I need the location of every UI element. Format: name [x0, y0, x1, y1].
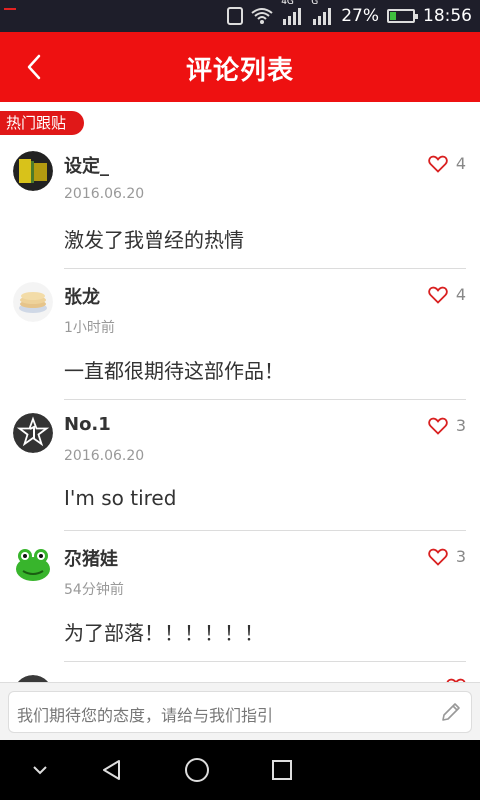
like-button[interactable]: 3 — [428, 547, 466, 566]
heart-icon — [428, 286, 448, 304]
comment-text: I'm so tired — [64, 486, 177, 510]
user-name[interactable]: No.1 — [64, 414, 111, 435]
app-header: 评论列表 — [0, 32, 480, 102]
comment-text: 激发了我曾经的热情 — [64, 228, 244, 252]
comment-placeholder: 我们期待您的态度，请给与我们指引 — [17, 706, 274, 725]
avatar[interactable] — [13, 151, 53, 191]
heart-icon — [428, 548, 448, 566]
vibrate-icon — [227, 7, 244, 25]
page-title: 评论列表 — [185, 56, 294, 86]
comment-item: 尕猪娃 54分钟前 为了部落！！！！！！ 3 — [0, 531, 480, 662]
avatar[interactable] — [13, 413, 53, 453]
comment-list-screen: 4G G 27% 18:56 评论列表 热门跟贴 设定_ 2016.06.20 … — [0, 0, 480, 800]
like-count: 3 — [455, 547, 466, 566]
comment-time: 54分钟前 — [64, 582, 124, 598]
battery-fill — [390, 12, 397, 20]
system-nav-bar — [0, 740, 480, 800]
network-label: 4G — [281, 0, 294, 7]
hot-comments-tag: 热门跟贴 — [0, 111, 85, 135]
pencil-icon[interactable] — [439, 700, 463, 724]
comment-time: 2016.06.20 — [64, 448, 145, 464]
signal-4g-icon: 4G — [281, 0, 303, 25]
user-name[interactable]: 尕猪娃 — [64, 545, 118, 571]
comment-item: 张龙 1小时前 一直都很期待这部作品！ 4 — [0, 269, 480, 400]
heart-icon — [428, 155, 448, 173]
recents-square-icon — [272, 760, 292, 780]
back-triangle-icon — [103, 760, 120, 780]
hide-nav-button[interactable] — [24, 755, 56, 785]
nav-recents-button[interactable] — [266, 755, 298, 785]
like-button[interactable]: 4 — [428, 154, 466, 173]
chevron-down-icon — [33, 766, 47, 775]
battery-percent: 27% — [341, 6, 379, 26]
status-bar: 4G G 27% 18:56 — [0, 0, 480, 32]
avatar[interactable] — [13, 544, 53, 584]
comment-input[interactable]: 我们期待您的态度，请给与我们指引 — [8, 691, 472, 733]
like-count: 3 — [455, 416, 466, 435]
like-count: 4 — [455, 154, 466, 173]
like-count: 4 — [455, 285, 466, 304]
comment-time: 2016.06.20 — [64, 186, 145, 202]
heart-icon — [428, 417, 448, 435]
clock: 18:56 — [423, 6, 472, 26]
comment-item: No.1 2016.06.20 I'm so tired 3 — [0, 400, 480, 531]
signal-g-icon: G — [311, 0, 333, 25]
like-button[interactable]: 3 — [428, 416, 466, 435]
user-name[interactable]: 张龙 — [64, 283, 100, 309]
notification-dash-icon — [4, 8, 16, 10]
user-name[interactable]: 设定_ — [64, 152, 109, 178]
wifi-icon — [251, 7, 273, 25]
signal2-label: G — [311, 0, 319, 7]
comment-time: 1小时前 — [64, 320, 115, 336]
comment-item: 设定_ 2016.06.20 激发了我曾经的热情 4 — [0, 138, 480, 269]
home-circle-icon — [185, 758, 209, 782]
comment-bar: 我们期待您的态度，请给与我们指引 — [0, 682, 480, 740]
comment-text: 一直都很期待这部作品！ — [64, 359, 284, 383]
comment-text: 为了部落！！！！！！ — [64, 621, 264, 645]
nav-home-button[interactable] — [181, 755, 213, 785]
avatar[interactable] — [13, 282, 53, 322]
nav-back-button[interactable] — [96, 755, 128, 785]
battery-icon — [387, 9, 418, 23]
like-button[interactable]: 4 — [428, 285, 466, 304]
